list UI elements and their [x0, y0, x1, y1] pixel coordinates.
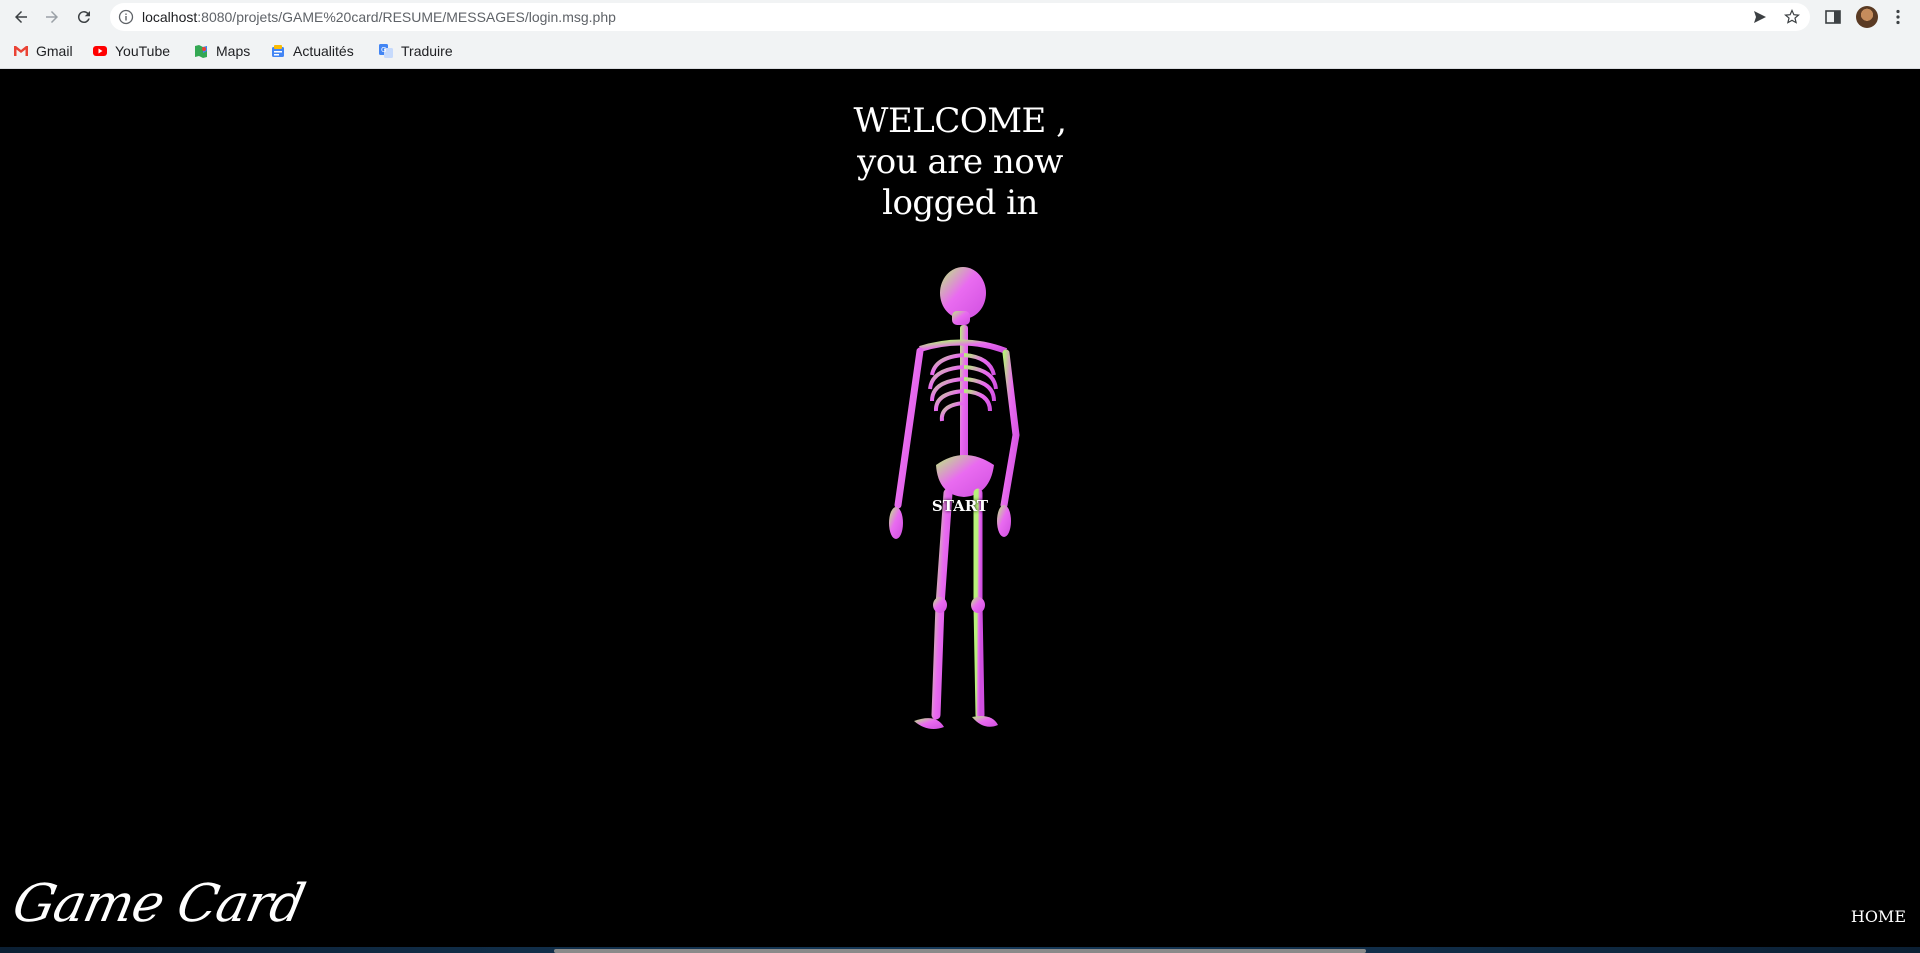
bookmark-gmail[interactable]: Gmail: [13, 42, 73, 60]
home-link[interactable]: HOME: [1851, 907, 1906, 926]
reload-icon: [77, 11, 90, 24]
youtube-icon: [93, 46, 107, 56]
bookmark-maps[interactable]: Maps: [193, 42, 250, 60]
bookmark-youtube[interactable]: YouTube: [92, 42, 170, 60]
welcome-line: logged in: [882, 183, 1038, 223]
browser-toolbar: localhost:8080/projets/GAME%20card/RESUM…: [0, 0, 1920, 34]
bookmark-news[interactable]: Actualités: [270, 42, 354, 60]
star-icon[interactable]: [1784, 9, 1800, 25]
back-button[interactable]: [9, 5, 33, 29]
url-path: :8080/projets/GAME%20card/RESUME/MESSAGE…: [197, 9, 616, 25]
send-icon[interactable]: [1752, 9, 1768, 25]
welcome-line: WELCOME ,: [853, 101, 1067, 141]
page-content: WELCOME , you are now logged in START Ga…: [0, 69, 1920, 953]
bookmarks-bar: Gmail YouTube Maps Actualités G Traduire: [0, 34, 1920, 69]
bookmark-label: Maps: [216, 43, 251, 59]
svg-text:G: G: [381, 46, 386, 54]
menu-kebab-icon[interactable]: [1889, 8, 1907, 26]
bookmark-translate[interactable]: G Traduire: [378, 42, 453, 60]
forward-arrow-icon: [46, 11, 58, 23]
bookmark-label: Gmail: [36, 43, 73, 59]
back-arrow-icon: [15, 11, 27, 23]
forward-button[interactable]: [40, 5, 64, 29]
start-button[interactable]: START: [920, 497, 1000, 515]
brand-logo: Game Card: [7, 874, 310, 934]
maps-icon: [195, 45, 207, 58]
translate-icon: G: [379, 44, 393, 58]
reload-button[interactable]: [72, 5, 96, 29]
info-icon[interactable]: [118, 9, 134, 25]
horizontal-scrollbar[interactable]: [554, 949, 1366, 953]
bookmark-label: Actualités: [293, 43, 354, 59]
url-text[interactable]: localhost:8080/projets/GAME%20card/RESUM…: [142, 9, 616, 25]
welcome-message: WELCOME , you are now logged in: [760, 101, 1160, 224]
address-bar[interactable]: localhost:8080/projets/GAME%20card/RESUM…: [110, 3, 1810, 31]
bookmark-label: YouTube: [115, 43, 171, 59]
url-host: localhost: [142, 9, 198, 25]
gmail-icon: [14, 46, 28, 56]
bookmark-label: Traduire: [401, 43, 453, 59]
side-panel-icon[interactable]: [1824, 8, 1842, 26]
welcome-line: you are now: [857, 142, 1063, 182]
profile-avatar[interactable]: [1856, 6, 1878, 28]
news-icon: [272, 45, 284, 57]
